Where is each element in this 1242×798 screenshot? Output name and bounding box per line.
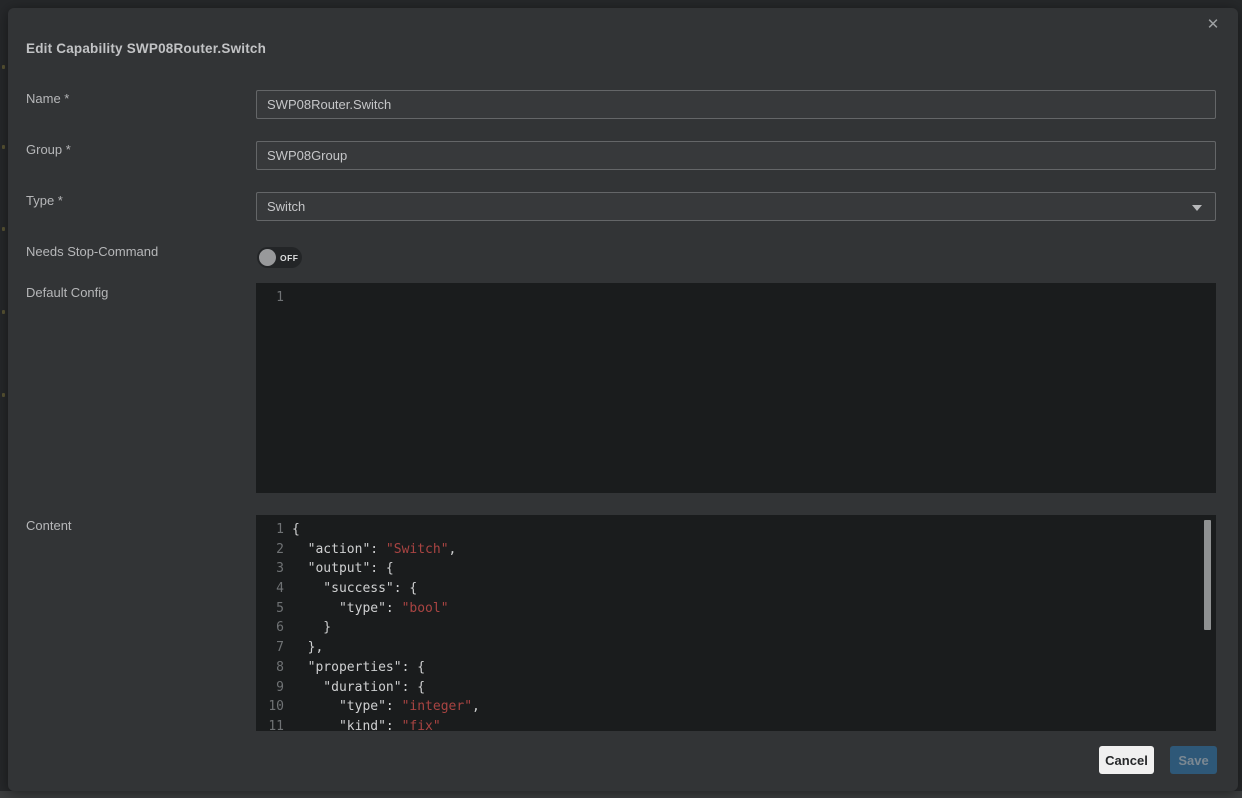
code-line: 10 "type": "integer", [256, 697, 1216, 717]
close-icon[interactable]: ✕ [1203, 15, 1223, 35]
backdrop-icon-sliver [2, 310, 5, 314]
default-config-label: Default Config [26, 285, 108, 300]
code-line: 2 "action": "Switch", [256, 540, 1216, 560]
type-select[interactable]: Switch [256, 192, 1216, 221]
code-line: 9 "duration": { [256, 678, 1216, 698]
chevron-down-icon [1192, 205, 1202, 211]
save-button[interactable]: Save [1170, 746, 1217, 774]
group-label: Group * [26, 142, 71, 157]
needs-stop-command-label: Needs Stop-Command [26, 244, 158, 259]
code-line: 5 "type": "bool" [256, 599, 1216, 619]
toggle-knob [259, 249, 276, 266]
code-line: 1 [256, 288, 1216, 308]
code-line: 7 }, [256, 638, 1216, 658]
default-config-editor[interactable]: 1 [256, 283, 1216, 493]
code-line: 6 } [256, 618, 1216, 638]
toggle-state-label: OFF [280, 253, 299, 263]
backdrop-icon-sliver [2, 227, 5, 231]
code-line: 11 "kind": "fix" [256, 717, 1216, 731]
cancel-button[interactable]: Cancel [1099, 746, 1154, 774]
backdrop-icon-sliver [2, 393, 5, 397]
background-bottom-strip [0, 791, 1242, 798]
edit-capability-modal: ✕ Edit Capability SWP08Router.Switch Nam… [8, 8, 1238, 791]
code-line: 1{ [256, 520, 1216, 540]
needs-stop-command-toggle[interactable]: OFF [257, 247, 302, 268]
backdrop-icon-sliver [2, 65, 5, 69]
group-input[interactable] [256, 141, 1216, 170]
name-input[interactable] [256, 90, 1216, 119]
code-line: 3 "output": { [256, 559, 1216, 579]
type-select-value: Switch [267, 199, 305, 214]
code-line: 4 "success": { [256, 579, 1216, 599]
name-label: Name * [26, 91, 69, 106]
modal-title: Edit Capability SWP08Router.Switch [26, 41, 266, 56]
content-label: Content [26, 518, 72, 533]
type-label: Type * [26, 193, 63, 208]
content-editor-scrollbar[interactable] [1204, 520, 1211, 630]
content-editor[interactable]: 1{2 "action": "Switch",3 "output": {4 "s… [256, 515, 1216, 731]
code-line: 8 "properties": { [256, 658, 1216, 678]
backdrop-icon-sliver [2, 145, 5, 149]
